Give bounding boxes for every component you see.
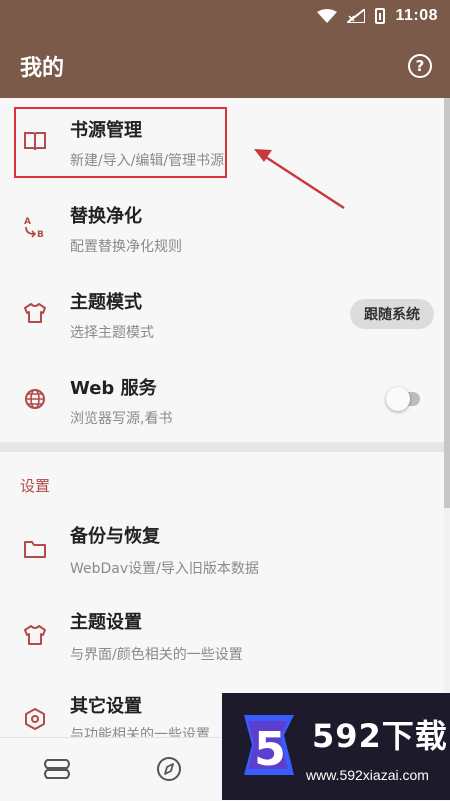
scrollbar-thumb[interactable] (444, 98, 450, 508)
scrollbar[interactable] (444, 98, 450, 508)
app-bar: 11:08 我的 ? (0, 0, 450, 98)
battery-icon (375, 8, 386, 24)
annotation-highlight-box (14, 107, 227, 178)
bookshelf-icon[interactable] (42, 754, 72, 784)
section-divider (0, 442, 444, 452)
web-service-toggle[interactable] (386, 387, 420, 411)
settings-hex-icon (22, 706, 48, 732)
compass-icon[interactable] (154, 754, 184, 784)
watermark-logo: 5 (244, 715, 294, 776)
item-label: Web 服务 (70, 378, 157, 399)
page-title: 我的 (20, 56, 65, 81)
svg-text:A: A (24, 217, 31, 227)
watermark-url: www.592xiazai.com (306, 767, 429, 783)
toggle-knob (386, 387, 410, 411)
replace-ab-icon: A B (22, 214, 48, 240)
watermark-logo-glyph: 5 (254, 722, 286, 776)
settings-header: 设置 (20, 477, 51, 495)
item-desc: 配置替换净化规则 (70, 239, 182, 255)
theme-mode-select-button[interactable]: 跟随系统 (350, 299, 434, 329)
wifi-icon (317, 9, 338, 23)
status-bar: 11:08 (317, 6, 438, 26)
item-label: 主题设置 (70, 612, 142, 633)
status-time: 11:08 (395, 7, 438, 24)
list-item-backup[interactable]: 备份与恢复 WebDav设置/导入旧版本数据 (0, 506, 444, 592)
list-item-theme-settings[interactable]: 主题设置 与界面/颜色相关的一些设置 (0, 592, 444, 678)
folder-icon (22, 536, 48, 562)
item-label: 主题模式 (70, 292, 142, 313)
signal-icon (347, 9, 366, 23)
watermark-title: 592下载 (312, 717, 448, 755)
globe-icon (22, 386, 48, 412)
list-item-web-service[interactable]: Web 服务 浏览器写源,看书 (0, 356, 444, 442)
item-desc: 与界面/颜色相关的一些设置 (70, 647, 243, 663)
watermark-banner: 5 592下载 www.592xiazai.com (222, 693, 450, 800)
shirt-icon (22, 622, 48, 648)
shirt-icon (22, 300, 48, 326)
item-label: 替换净化 (70, 206, 142, 227)
item-desc: 浏览器写源,看书 (70, 411, 173, 427)
item-label: 备份与恢复 (70, 526, 160, 547)
list-item-replace[interactable]: A B 替换净化 配置替换净化规则 (0, 184, 444, 270)
item-desc: WebDav设置/导入旧版本数据 (70, 561, 259, 577)
svg-text:B: B (37, 230, 44, 240)
item-desc: 选择主题模式 (70, 325, 154, 341)
item-label: 其它设置 (70, 696, 142, 717)
question-circle-icon[interactable]: ? (408, 54, 432, 78)
